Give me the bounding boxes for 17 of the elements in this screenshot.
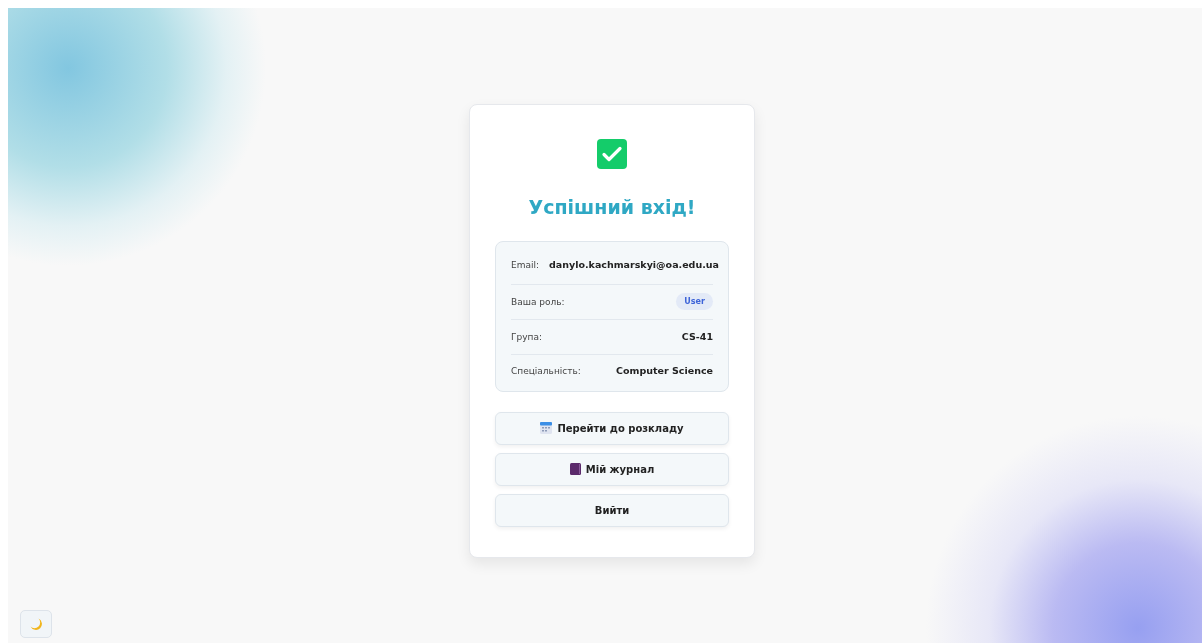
book-icon bbox=[569, 463, 581, 475]
detail-label: Спеціальність: bbox=[511, 365, 581, 376]
action-button[interactable]: Вийти bbox=[495, 493, 729, 527]
action-button[interactable]: Перейти до розкладу bbox=[495, 411, 729, 445]
role-badge: User bbox=[676, 293, 713, 310]
moon-icon bbox=[29, 617, 43, 631]
action-button[interactable]: Мій журнал bbox=[495, 452, 729, 486]
theme-toggle-button[interactable] bbox=[20, 610, 52, 638]
detail-label: Email: bbox=[511, 259, 539, 270]
detail-value: CS-41 bbox=[681, 331, 713, 342]
detail-value: danylo.kachmarskyi@oa.edu.ua bbox=[549, 259, 719, 270]
check-icon bbox=[597, 138, 627, 169]
calendar-icon bbox=[540, 422, 553, 434]
success-title: Успішний вхід! bbox=[527, 194, 697, 219]
detail-label: Група: bbox=[511, 331, 542, 342]
detail-value: Computer Science bbox=[616, 365, 713, 376]
detail-label: Ваша роль: bbox=[511, 296, 565, 307]
